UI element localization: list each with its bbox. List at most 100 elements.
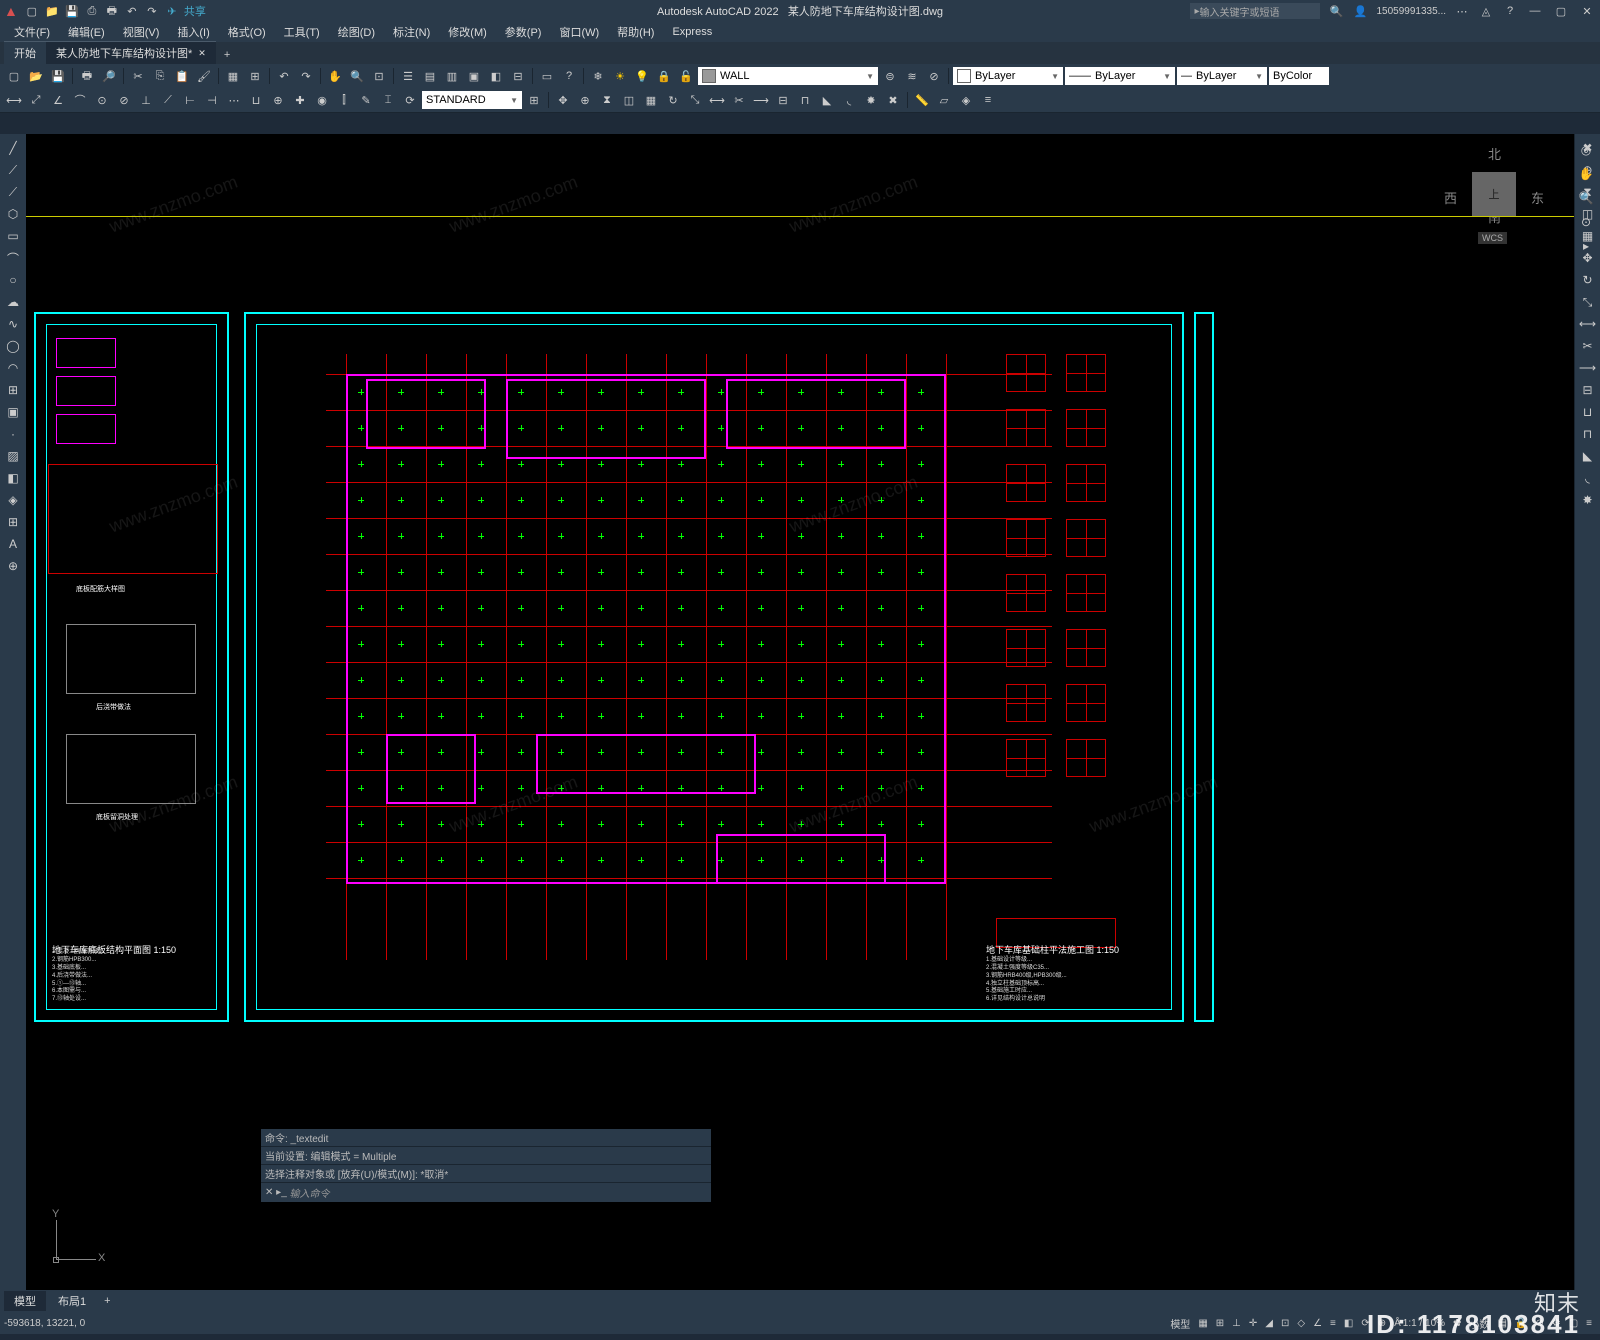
open-dwg-icon[interactable]: 📂 bbox=[26, 66, 46, 86]
quickcalc-icon[interactable]: ⊟ bbox=[508, 66, 528, 86]
save-icon[interactable]: 💾 bbox=[64, 3, 80, 19]
point-icon[interactable]: · bbox=[3, 424, 23, 444]
help2-icon[interactable]: ? bbox=[559, 66, 579, 86]
cut-icon[interactable]: ✂ bbox=[128, 66, 148, 86]
layout1-tab[interactable]: 布局1 bbox=[48, 1291, 96, 1311]
textstyle-combo[interactable]: STANDARD▼ bbox=[422, 91, 522, 109]
diminspect-icon[interactable]: ◉ bbox=[312, 90, 332, 110]
command-input[interactable]: ✕ ▸_ 输入命令 bbox=[261, 1183, 711, 1202]
erase-icon[interactable]: ✖ bbox=[883, 90, 903, 110]
layerlock-icon[interactable]: 🔒 bbox=[654, 66, 674, 86]
menu-window[interactable]: 窗口(W) bbox=[551, 24, 607, 40]
rotate2-icon[interactable]: ↻ bbox=[1578, 270, 1598, 290]
help-icon[interactable]: ? bbox=[1502, 3, 1518, 19]
viewcube-north[interactable]: 北 bbox=[1488, 144, 1501, 163]
zoomext-icon[interactable]: ⊡ bbox=[369, 66, 389, 86]
table-icon[interactable]: ⊞ bbox=[3, 512, 23, 532]
dimaligned-icon[interactable]: ⤢ bbox=[26, 90, 46, 110]
menu-modify[interactable]: 修改(M) bbox=[440, 24, 495, 40]
insert-block-icon[interactable]: ⊞ bbox=[245, 66, 265, 86]
addselected-icon[interactable]: ⊕ bbox=[3, 556, 23, 576]
zoomext2-icon[interactable]: 🔍 bbox=[1576, 188, 1596, 208]
menu-file[interactable]: 文件(F) bbox=[6, 24, 58, 40]
dimord-icon[interactable]: ⊥ bbox=[136, 90, 156, 110]
share-icon[interactable]: ✈ bbox=[164, 3, 180, 19]
break-icon[interactable]: ⊟ bbox=[773, 90, 793, 110]
search-icon[interactable]: 🔍 bbox=[1328, 3, 1344, 19]
redo2-icon[interactable]: ↷ bbox=[296, 66, 316, 86]
copy2-icon[interactable]: ⊕ bbox=[575, 90, 595, 110]
transparency-toggle[interactable]: ◧ bbox=[1340, 1318, 1357, 1329]
designcenter-icon[interactable]: ▤ bbox=[420, 66, 440, 86]
linetype-combo[interactable]: —— ByLayer▼ bbox=[1065, 67, 1175, 85]
menu-parametric[interactable]: 参数(P) bbox=[497, 24, 550, 40]
viewcube-east[interactable]: 东 bbox=[1531, 188, 1544, 207]
save-dwg-icon[interactable]: 💾 bbox=[48, 66, 68, 86]
user-name[interactable]: 15059991335... bbox=[1376, 6, 1446, 17]
snap-toggle[interactable]: ⊞ bbox=[1212, 1318, 1228, 1329]
ortho-toggle[interactable]: ⊥ bbox=[1228, 1318, 1245, 1329]
paste-icon[interactable]: 📋 bbox=[172, 66, 192, 86]
undo2-icon[interactable]: ↶ bbox=[274, 66, 294, 86]
layeriso-icon[interactable]: 🔓 bbox=[676, 66, 696, 86]
add-tab-button[interactable]: + bbox=[216, 46, 238, 64]
xline-icon[interactable]: ⟋ bbox=[3, 160, 23, 180]
list-icon[interactable]: ≡ bbox=[978, 90, 998, 110]
cmd-expand-icon[interactable]: ▸_ bbox=[276, 1187, 287, 1198]
spline-icon[interactable]: ∿ bbox=[3, 314, 23, 334]
preview-icon[interactable]: 🔎 bbox=[99, 66, 119, 86]
3dosnap-toggle[interactable]: ◇ bbox=[1293, 1318, 1309, 1329]
dimbase-icon[interactable]: ⊢ bbox=[180, 90, 200, 110]
dimangular-icon[interactable]: ∠ bbox=[48, 90, 68, 110]
add-layout-button[interactable]: + bbox=[98, 1295, 116, 1307]
dimedit-icon[interactable]: ✎ bbox=[356, 90, 376, 110]
dimupdate-icon[interactable]: ⟳ bbox=[400, 90, 420, 110]
zoom-icon[interactable]: 🔍 bbox=[347, 66, 367, 86]
extend-icon[interactable]: ⟶ bbox=[751, 90, 771, 110]
dimdia-icon[interactable]: ⊘ bbox=[114, 90, 134, 110]
dimtedit-icon[interactable]: ⌶ bbox=[378, 90, 398, 110]
close-button[interactable]: ✕ bbox=[1578, 4, 1596, 18]
tolerance-icon[interactable]: ⊕ bbox=[268, 90, 288, 110]
plot-icon[interactable]: 🖶 bbox=[104, 3, 120, 19]
explode2-icon[interactable]: ✸ bbox=[1578, 490, 1598, 510]
window-icon[interactable]: ▭ bbox=[537, 66, 557, 86]
user-icon[interactable]: 👤 bbox=[1352, 3, 1368, 19]
menu-dimension[interactable]: 标注(N) bbox=[385, 24, 438, 40]
saveas-icon[interactable]: ⎙ bbox=[84, 3, 100, 19]
minimize-button[interactable]: — bbox=[1526, 4, 1544, 18]
region2-icon[interactable]: ◈ bbox=[3, 490, 23, 510]
new-dwg-icon[interactable]: ▢ bbox=[4, 66, 24, 86]
print-icon[interactable]: 🖶 bbox=[77, 66, 97, 86]
block-icon[interactable]: ▦ bbox=[223, 66, 243, 86]
dimstyle-icon[interactable]: ⊞ bbox=[524, 90, 544, 110]
dimjogline-icon[interactable]: ⫿ bbox=[334, 90, 354, 110]
new-icon[interactable]: ▢ bbox=[24, 3, 40, 19]
polygon-icon[interactable]: ⬡ bbox=[3, 204, 23, 224]
layerprops-icon[interactable]: ❄ bbox=[588, 66, 608, 86]
chamfer2-icon[interactable]: ◣ bbox=[1578, 446, 1598, 466]
viewcube-wcs[interactable]: WCS bbox=[1478, 232, 1507, 244]
plotstyle-combo[interactable]: ByColor bbox=[1269, 67, 1329, 85]
menu-insert[interactable]: 插入(I) bbox=[169, 24, 217, 40]
properties-icon[interactable]: ☰ bbox=[398, 66, 418, 86]
break2-icon[interactable]: ⊔ bbox=[1578, 402, 1598, 422]
array-icon[interactable]: ▦ bbox=[641, 90, 661, 110]
grid-toggle[interactable]: ▦ bbox=[1194, 1318, 1211, 1329]
menu-view[interactable]: 视图(V) bbox=[115, 24, 168, 40]
lineweight-combo[interactable]: — ByLayer▼ bbox=[1177, 67, 1267, 85]
otrack-toggle[interactable]: ∠ bbox=[1309, 1318, 1326, 1329]
markup-icon[interactable]: ◧ bbox=[486, 66, 506, 86]
help-search-input[interactable]: ▸ 输入关键字或短语 bbox=[1190, 3, 1320, 19]
dimjog-icon[interactable]: ⟋ bbox=[158, 90, 178, 110]
menu-help[interactable]: 帮助(H) bbox=[609, 24, 662, 40]
menu-format[interactable]: 格式(O) bbox=[220, 24, 274, 40]
dimlinear-icon[interactable]: ⟷ bbox=[4, 90, 24, 110]
gradient-icon[interactable]: ◧ bbox=[3, 468, 23, 488]
polar-toggle[interactable]: ✛ bbox=[1245, 1318, 1261, 1329]
stretch2-icon[interactable]: ⟷ bbox=[1578, 314, 1598, 334]
menu-express[interactable]: Express bbox=[664, 26, 720, 38]
mtext-icon[interactable]: A bbox=[3, 534, 23, 554]
redo-icon[interactable]: ↷ bbox=[144, 3, 160, 19]
color-combo[interactable]: ByLayer▼ bbox=[953, 67, 1063, 85]
